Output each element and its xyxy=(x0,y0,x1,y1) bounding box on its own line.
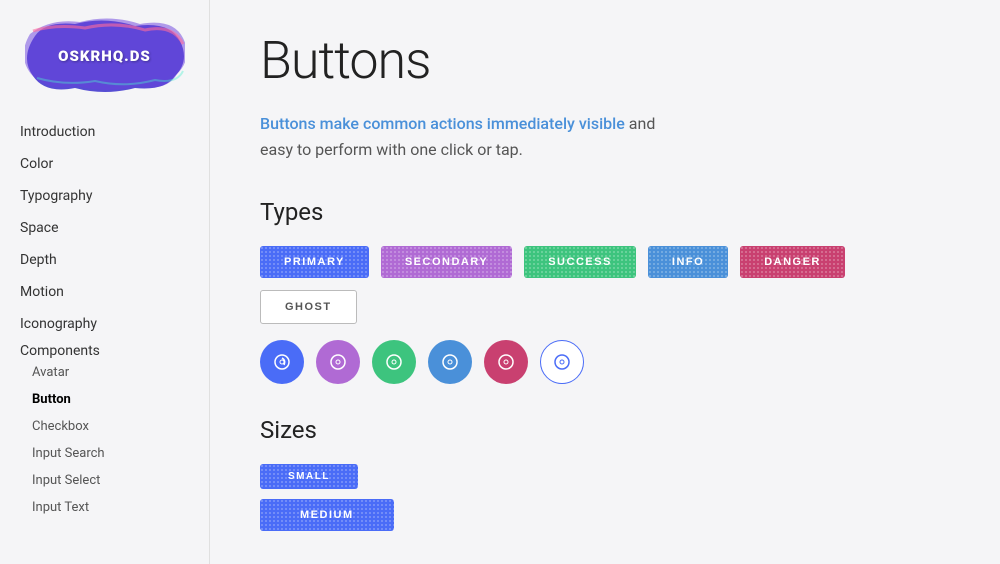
logo-area[interactable]: OSKRHQ.DS xyxy=(0,0,209,116)
logo-text: OSKRHQ.DS xyxy=(58,47,151,65)
danger-button[interactable]: DANGER xyxy=(740,246,845,278)
sidebar-section-components: Components xyxy=(0,335,120,367)
icon-button-danger[interactable] xyxy=(484,340,528,384)
secondary-button[interactable]: SECONDARY xyxy=(381,246,512,278)
icon-button-secondary[interactable] xyxy=(316,340,360,384)
sidebar-item-checkbox[interactable]: Checkbox xyxy=(0,413,209,440)
sidebar-item-typography[interactable]: Typography xyxy=(0,180,209,212)
sidebar-item-input-select[interactable]: Input Select xyxy=(0,467,209,494)
medium-button[interactable]: MEDIUM xyxy=(260,499,394,531)
icon-button-info[interactable] xyxy=(428,340,472,384)
success-button[interactable]: SUCCESS xyxy=(524,246,636,278)
icon-button-success[interactable] xyxy=(372,340,416,384)
sizes-section: Sizes SMALL MEDIUM xyxy=(260,416,950,531)
page-description: Buttons make common actions immediately … xyxy=(260,111,680,162)
page-title: Buttons xyxy=(260,30,950,91)
button-types-row: PRIMARY SECONDARY SUCCESS INFO DANGER GH… xyxy=(260,246,950,324)
refresh-icon-success xyxy=(384,352,404,372)
sidebar-item-motion[interactable]: Motion xyxy=(0,276,209,308)
types-section-title: Types xyxy=(260,198,950,226)
refresh-icon-ghost xyxy=(552,352,572,372)
sidebar-item-color[interactable]: Color xyxy=(0,148,209,180)
ghost-button[interactable]: GHOST xyxy=(260,290,357,324)
sidebar-item-depth[interactable]: Depth xyxy=(0,244,209,276)
sidebar-nav: Introduction Color Typography Space Dept… xyxy=(0,116,209,521)
refresh-icon-secondary xyxy=(328,352,348,372)
logo[interactable]: OSKRHQ.DS xyxy=(25,16,185,96)
primary-button[interactable]: PRIMARY xyxy=(260,246,369,278)
sidebar: OSKRHQ.DS Introduction Color Typography … xyxy=(0,0,210,564)
small-button[interactable]: SMALL xyxy=(260,464,358,489)
refresh-icon-danger xyxy=(496,352,516,372)
icon-buttons-row xyxy=(260,340,950,384)
types-section: Types PRIMARY SECONDARY SUCCESS INFO DAN… xyxy=(260,198,950,384)
sizes-section-title: Sizes xyxy=(260,416,950,444)
sidebar-item-input-text[interactable]: Input Text xyxy=(0,494,209,521)
refresh-icon-primary xyxy=(272,352,292,372)
description-highlight: Buttons make common actions immediately … xyxy=(260,114,625,133)
refresh-icon-info xyxy=(440,352,460,372)
icon-button-primary[interactable] xyxy=(260,340,304,384)
sidebar-item-introduction[interactable]: Introduction xyxy=(0,116,209,148)
sidebar-item-button[interactable]: Button xyxy=(0,386,209,413)
icon-button-ghost[interactable] xyxy=(540,340,584,384)
info-button[interactable]: INFO xyxy=(648,246,728,278)
sidebar-item-input-search[interactable]: Input Search xyxy=(0,440,209,467)
main-content: Buttons Buttons make common actions imme… xyxy=(210,0,1000,564)
sidebar-item-space[interactable]: Space xyxy=(0,212,209,244)
